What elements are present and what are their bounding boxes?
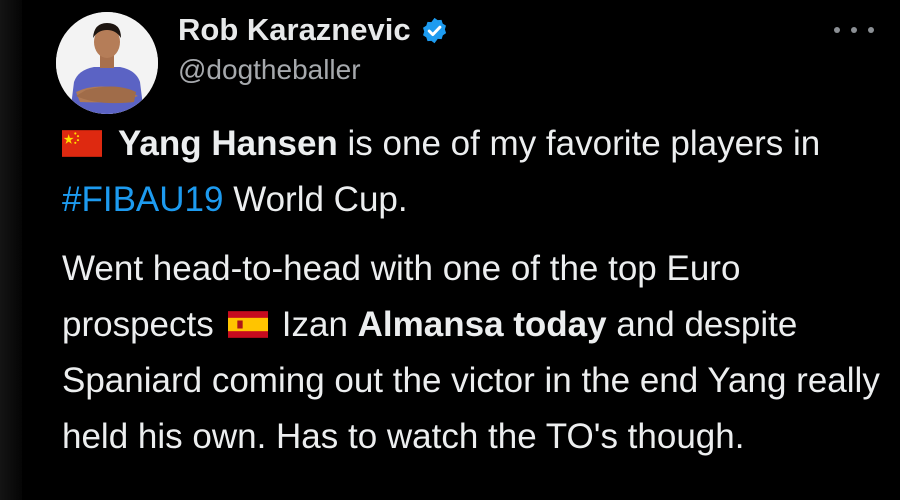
tweet-paragraph-2: Went head-to-head with one of the top Eu…	[62, 241, 882, 465]
tweet: Rob Karaznevic @dogtheballer Yang Hansen…	[0, 0, 900, 500]
tweet-text-segment: Izan	[281, 305, 358, 344]
author-avatar[interactable]	[56, 12, 158, 114]
tweet-text: Yang Hansen is one of my favorite player…	[62, 116, 882, 465]
spain-flag-icon	[227, 311, 268, 338]
hashtag-link[interactable]: #FIBAU19	[62, 180, 223, 219]
verified-badge-icon	[420, 16, 449, 45]
player-name-yang-hansen: Yang Hansen	[118, 124, 338, 163]
tweet-text-segment: World Cup.	[223, 180, 408, 219]
tweet-paragraph-1: Yang Hansen is one of my favorite player…	[62, 116, 882, 228]
tweet-text-segment: is one of my favorite players in	[337, 124, 821, 163]
player-name-almansa: Almansa today	[357, 305, 607, 344]
author-handle[interactable]: @dogtheballer	[178, 54, 361, 86]
more-options-icon-dot	[851, 27, 857, 33]
china-flag-icon	[62, 130, 102, 157]
more-options-icon-dot	[868, 27, 874, 33]
more-options-icon	[834, 27, 840, 33]
author-display-name[interactable]: Rob Karaznevic	[178, 12, 449, 48]
avatar-photo-icon	[56, 12, 158, 114]
more-options-button[interactable]	[834, 18, 874, 42]
author-name-text: Rob Karaznevic	[178, 12, 411, 47]
